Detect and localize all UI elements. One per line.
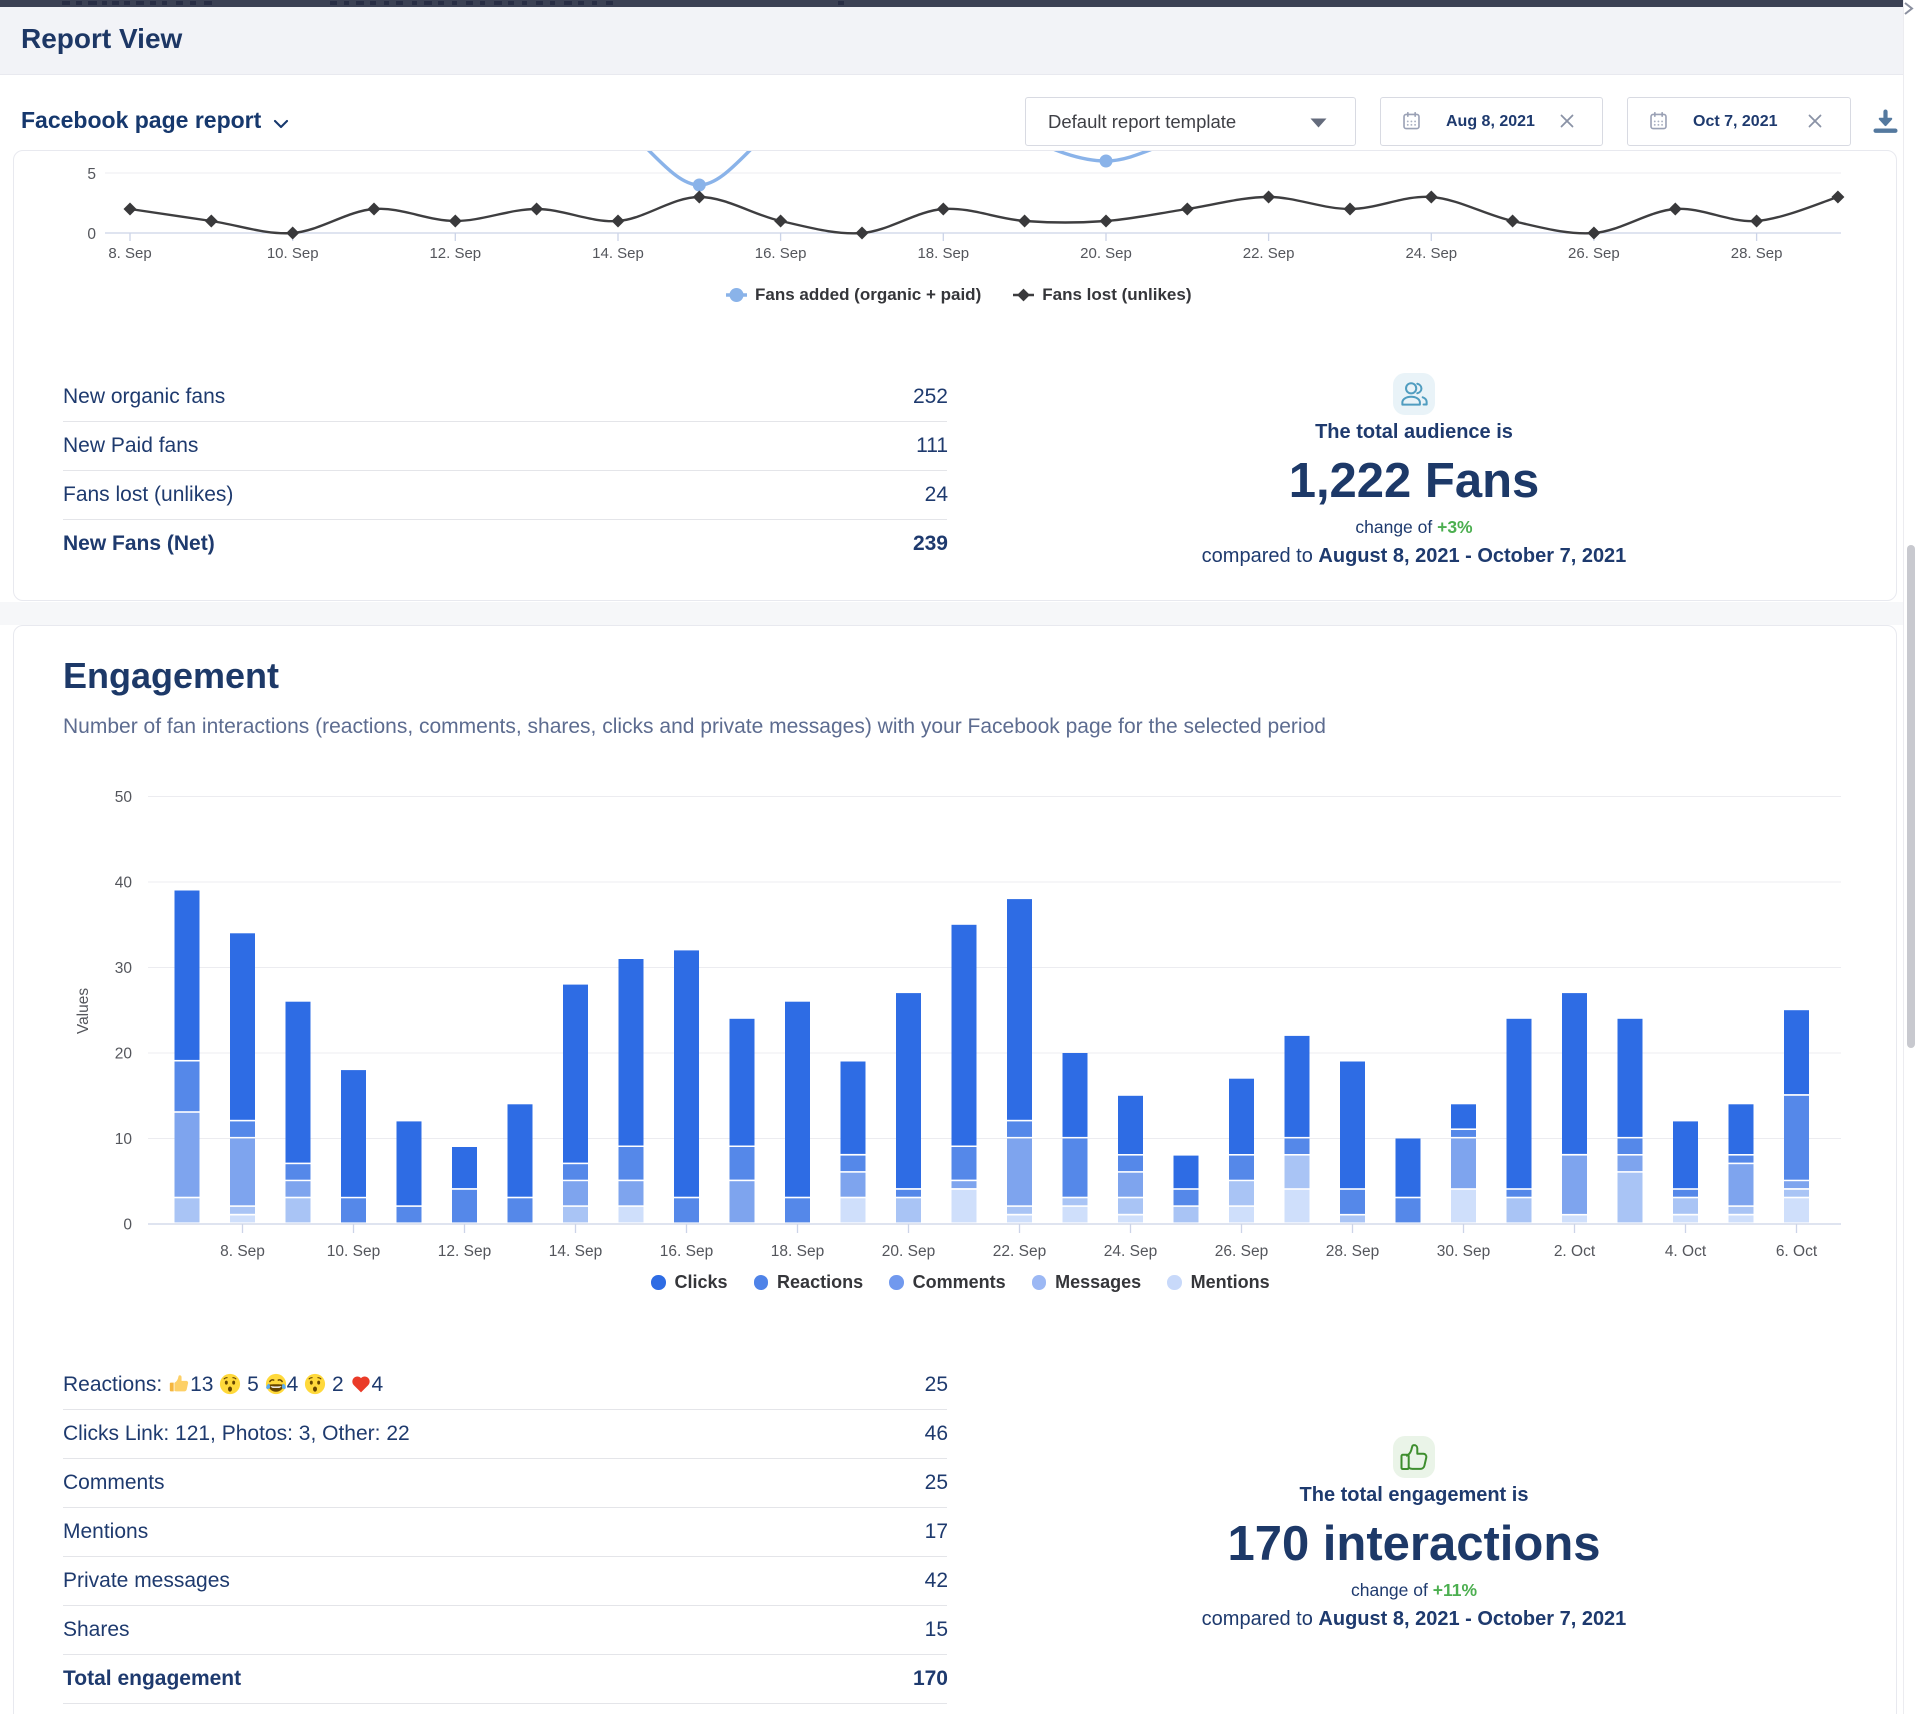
svg-text:18. Sep: 18. Sep <box>771 1243 824 1260</box>
svg-text:8. Sep: 8. Sep <box>220 1243 265 1260</box>
svg-text:10. Sep: 10. Sep <box>267 245 319 262</box>
svg-text:8. Sep: 8. Sep <box>108 245 151 262</box>
svg-text:6. Oct: 6. Oct <box>1776 1243 1818 1260</box>
svg-text:12. Sep: 12. Sep <box>438 1243 491 1260</box>
svg-text:16. Sep: 16. Sep <box>660 1243 713 1260</box>
svg-text:30: 30 <box>115 960 133 977</box>
svg-text:10. Sep: 10. Sep <box>327 1243 380 1260</box>
svg-text:14. Sep: 14. Sep <box>592 245 644 262</box>
svg-text:0: 0 <box>123 1217 132 1234</box>
svg-text:24. Sep: 24. Sep <box>1405 245 1457 262</box>
svg-text:20: 20 <box>115 1046 133 1063</box>
svg-text:2. Oct: 2. Oct <box>1554 1243 1596 1260</box>
svg-text:5: 5 <box>87 166 96 183</box>
svg-text:22. Sep: 22. Sep <box>1243 245 1295 262</box>
svg-text:18. Sep: 18. Sep <box>917 245 969 262</box>
svg-text:24. Sep: 24. Sep <box>1104 1243 1157 1260</box>
svg-text:28. Sep: 28. Sep <box>1731 245 1783 262</box>
svg-text:40: 40 <box>115 875 133 892</box>
svg-text:4. Oct: 4. Oct <box>1665 1243 1707 1260</box>
svg-text:26. Sep: 26. Sep <box>1568 245 1620 262</box>
svg-text:10: 10 <box>115 1131 133 1148</box>
svg-text:12. Sep: 12. Sep <box>429 245 481 262</box>
svg-text:20. Sep: 20. Sep <box>1080 245 1132 262</box>
svg-text:30. Sep: 30. Sep <box>1437 1243 1490 1260</box>
svg-text:Values: Values <box>75 988 92 1034</box>
svg-text:16. Sep: 16. Sep <box>755 245 807 262</box>
svg-text:22. Sep: 22. Sep <box>993 1243 1046 1260</box>
svg-text:28. Sep: 28. Sep <box>1326 1243 1379 1260</box>
svg-text:14. Sep: 14. Sep <box>549 1243 602 1260</box>
svg-text:0: 0 <box>87 226 96 243</box>
svg-text:26. Sep: 26. Sep <box>1215 1243 1268 1260</box>
svg-text:20. Sep: 20. Sep <box>882 1243 935 1260</box>
svg-text:50: 50 <box>115 789 133 806</box>
